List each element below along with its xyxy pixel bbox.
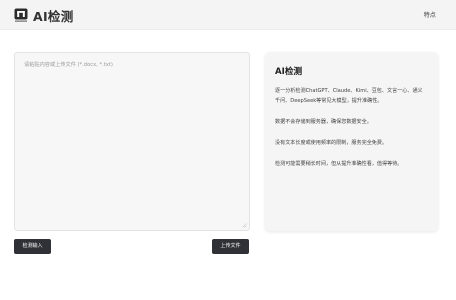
top-header: AI检测 特点 [0, 0, 456, 30]
content-input-panel [14, 52, 250, 231]
info-card: AI检测 逐一分析检测ChatGPT、Claude、Kimi、豆包、文言一心、通… [265, 52, 438, 231]
info-paragraph-wait: 检测可能需要稍长时间，但从提升准确性看，值得等待。 [275, 161, 403, 167]
info-title: AI检测 [275, 67, 303, 77]
info-paragraph-models: 逐一分析检测ChatGPT、Claude、Kimi、豆包、文言一心、通义千问、D… [275, 88, 423, 104]
detect-input-button[interactable]: 检测输入 [14, 239, 51, 254]
info-paragraph-privacy: 数据不会存储到服务器，确保您数据安全。 [275, 119, 372, 125]
resize-grip-icon[interactable] [242, 223, 247, 228]
ai-detector-logo-icon[interactable] [14, 8, 28, 22]
app-title: AI检测 [33, 9, 74, 24]
upload-file-button[interactable]: 上传文件 [212, 239, 249, 254]
info-paragraph-free: 没有文本长度或使用频率的限制，服务完全免费。 [275, 140, 388, 146]
nav-features-link[interactable]: 特点 [424, 10, 436, 19]
content-textarea[interactable] [24, 61, 240, 222]
